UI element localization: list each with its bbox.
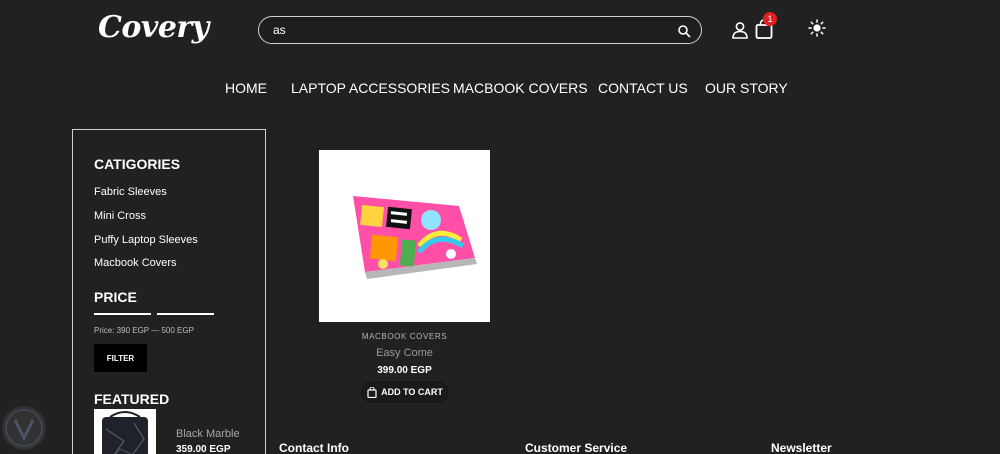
price-heading: PRICE — [94, 289, 137, 305]
footer-customer-service-heading: Customer Service — [525, 441, 628, 454]
featured-heading: FEATURED — [94, 391, 170, 407]
price-slider-max[interactable] — [157, 313, 214, 315]
product-image[interactable] — [319, 150, 490, 322]
laptop-cover-image — [353, 196, 477, 279]
black-bag-icon — [102, 411, 148, 454]
watermark-logo — [2, 406, 46, 450]
user-icon[interactable] — [731, 21, 749, 39]
product-category[interactable]: MACBOOK COVERS — [319, 332, 490, 341]
price-slider-min[interactable] — [94, 313, 151, 315]
category-macbook-covers[interactable]: Macbook Covers — [94, 257, 177, 269]
price-range-label: Price: 390 EGP — 500 EGP — [94, 326, 194, 335]
cart-count-badge: 1 — [763, 12, 777, 26]
categories-heading: CATIGORIES — [94, 156, 181, 172]
search-bar — [258, 16, 702, 44]
featured-product-image[interactable] — [94, 409, 156, 454]
nav-laptop-accessories[interactable]: LAPTOP ACCESSORIES — [291, 80, 450, 96]
add-to-cart-label: ADD TO CART — [381, 387, 443, 397]
product-name[interactable]: Easy Come — [319, 347, 490, 359]
search-icon[interactable] — [677, 24, 691, 38]
footer-contact-info-heading: Contact Info — [279, 441, 349, 454]
search-input[interactable] — [273, 21, 663, 39]
filter-sidebar: CATIGORIES Fabric Sleeves Mini Cross Puf… — [72, 129, 266, 454]
add-to-cart-button[interactable]: ADD TO CART — [361, 381, 449, 403]
filter-button[interactable]: FILTER — [94, 344, 147, 372]
main-nav: HOME LAPTOP ACCESSORIES MACBOOK COVERS C… — [0, 80, 1000, 98]
nav-our-story[interactable]: OUR STORY — [705, 80, 788, 96]
site-logo[interactable]: Covery — [98, 10, 209, 45]
nav-macbook-covers[interactable]: MACBOOK COVERS — [453, 80, 588, 96]
featured-product-name[interactable]: Black Marble — [176, 428, 240, 440]
featured-product-price: 359.00 EGP — [176, 444, 231, 454]
category-fabric-sleeves[interactable]: Fabric Sleeves — [94, 186, 167, 198]
bag-icon — [367, 386, 377, 398]
product-price: 399.00 EGP — [377, 365, 432, 376]
sun-icon[interactable] — [808, 19, 826, 37]
nav-contact-us[interactable]: CONTACT US — [598, 80, 688, 96]
category-mini-cross[interactable]: Mini Cross — [94, 210, 146, 222]
category-puffy-laptop-sleeves[interactable]: Puffy Laptop Sleeves — [94, 234, 198, 246]
nav-home[interactable]: HOME — [225, 80, 267, 96]
v-logo-icon — [5, 409, 43, 447]
footer-newsletter-heading: Newsletter — [771, 441, 832, 454]
